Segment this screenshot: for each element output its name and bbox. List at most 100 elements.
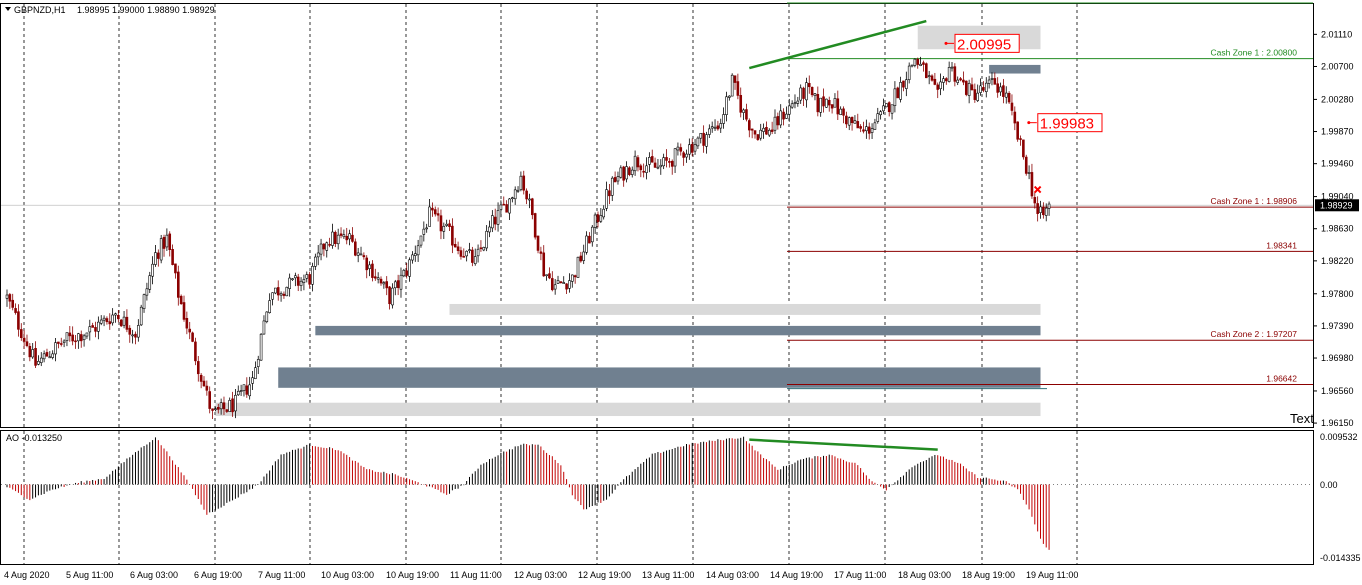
candle-body [419, 235, 423, 246]
candle-body [633, 155, 637, 172]
candle-body [131, 334, 134, 337]
price-tick-label: 1.97390 [1321, 321, 1354, 331]
candle-body [402, 269, 406, 277]
candle-body [742, 109, 745, 113]
candle-body [245, 385, 249, 395]
candle-body [393, 281, 397, 289]
ao-panel-frame [0, 430, 1314, 565]
time-tick-label: 13 Aug 11:00 [642, 570, 694, 580]
candle-body [308, 274, 311, 285]
candle-body [391, 287, 394, 306]
time-tick-label: 18 Aug 19:00 [962, 570, 1015, 580]
candle-body [710, 126, 714, 129]
candle-body [362, 255, 366, 258]
candle-body [810, 86, 814, 96]
candle-body [39, 357, 43, 363]
candle-body [231, 398, 234, 413]
candle-body [807, 83, 811, 88]
candle-body [373, 276, 377, 279]
candle-body [319, 243, 323, 255]
candle-body [485, 230, 488, 249]
candle-body [830, 104, 834, 109]
candle-body [5, 294, 9, 299]
candle-body [214, 408, 217, 410]
candle-body [345, 235, 349, 241]
candle-body [256, 359, 260, 367]
candle-body [893, 88, 897, 106]
candle-body [953, 66, 957, 82]
candle-body [944, 78, 948, 82]
candle-body [927, 75, 931, 77]
candle-body [251, 377, 254, 384]
candle-body [351, 234, 354, 242]
candle-body [276, 287, 280, 296]
candle-body [739, 95, 743, 113]
candle-body [282, 293, 286, 296]
dark-zone [315, 325, 1041, 336]
candle-body [653, 162, 657, 168]
candle-body [590, 226, 594, 243]
candle-body [622, 166, 625, 181]
candle-body [730, 74, 734, 97]
candle-body [1044, 207, 1048, 216]
time-tick-label: 19 Aug 11:00 [1026, 570, 1078, 580]
candle-body [648, 157, 651, 165]
price-chart[interactable]: 2.01563 Cash Zone 1 : 2.00800 Cash Zone 1 … [0, 0, 1362, 585]
candle-body [902, 80, 905, 88]
candle-body [690, 143, 694, 153]
candle-body [202, 380, 206, 387]
candle-body [396, 280, 400, 288]
candle-body [950, 66, 954, 69]
candle-body [465, 250, 468, 257]
candle-body [82, 335, 86, 341]
price-tick-label: 1.99460 [1321, 159, 1354, 169]
candle-body [91, 325, 94, 328]
candle-body [1047, 203, 1051, 209]
candle-body [413, 253, 417, 256]
candle-body [970, 84, 974, 91]
candle-body [1027, 172, 1031, 174]
candle-body [279, 293, 283, 296]
candle-body [716, 125, 720, 130]
candle-body [208, 391, 212, 409]
candle-body [725, 96, 728, 115]
ohlc-readout: 1.98995 1.99000 1.98890 1.98929 [77, 5, 215, 15]
candle-body [148, 275, 152, 290]
candle-body [379, 278, 383, 284]
candle-body [910, 64, 914, 67]
candle-body [37, 361, 40, 365]
candle-body [756, 134, 760, 140]
candle-body [216, 407, 220, 410]
candle-body [188, 328, 192, 333]
candle-body [508, 198, 511, 214]
candle-body [274, 287, 277, 294]
candle-body [499, 204, 503, 210]
time-tick-label: 14 Aug 19:00 [770, 570, 823, 580]
candle-body [688, 144, 691, 155]
candle-body [525, 190, 528, 200]
candle-body [959, 78, 962, 81]
candle-body [97, 321, 100, 332]
candle-body [296, 276, 300, 286]
candle-body [867, 126, 871, 134]
time-tick-label: 5 Aug 11:00 [66, 570, 113, 580]
candle-body [713, 126, 717, 129]
candle-body [956, 79, 960, 83]
candle-body [331, 231, 334, 246]
candle-body [805, 82, 808, 101]
candle-body [625, 166, 628, 180]
candle-body [62, 340, 66, 343]
time-tick-label: 10 Aug 03:00 [321, 570, 374, 580]
level-label: Cash Zone 2 : 1.97207 [1211, 329, 1298, 339]
candle-body [74, 340, 77, 343]
light-zone [215, 402, 1041, 417]
candle-body [519, 175, 523, 190]
time-tick-label: 7 Aug 11:00 [258, 570, 305, 580]
candle-body [596, 214, 600, 223]
candle-body [488, 226, 491, 233]
candle-body [142, 294, 146, 309]
candle-body [411, 254, 414, 261]
candle-body [388, 286, 391, 305]
candle-body [850, 116, 854, 124]
candle-body [836, 98, 840, 115]
